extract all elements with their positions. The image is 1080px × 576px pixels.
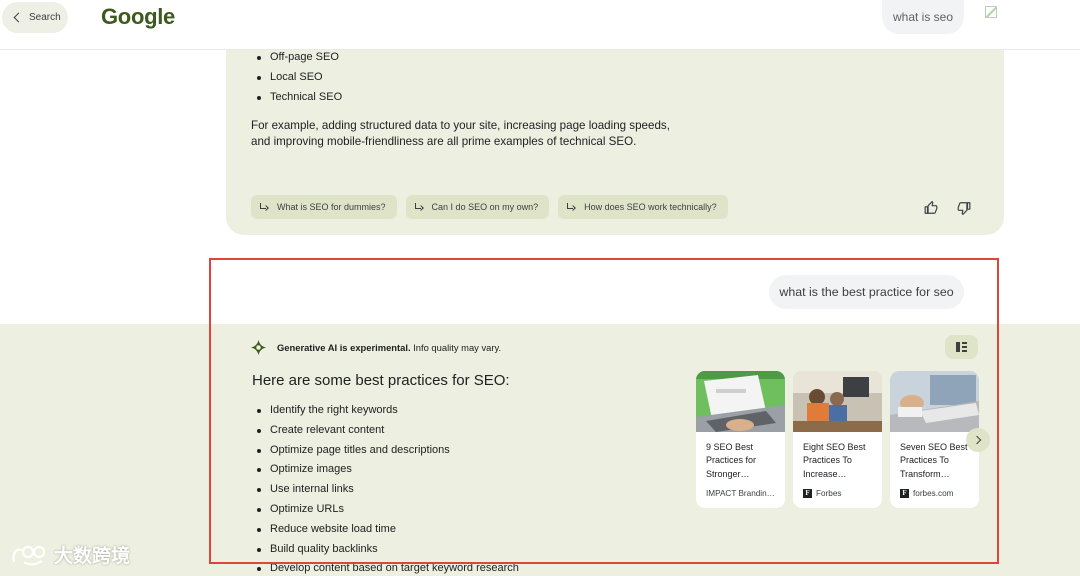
broken-image-icon: [985, 6, 997, 18]
source-title: 9 SEO Best Practices for Stronger…: [706, 442, 757, 479]
ai-disclaimer-rest: Info quality may vary.: [410, 342, 502, 353]
followup-chip-label: How does SEO work technically?: [584, 202, 717, 212]
thumbs-down-icon[interactable]: [957, 201, 971, 215]
next-sources-button[interactable]: [966, 428, 990, 452]
layout-toggle-button[interactable]: [945, 335, 978, 359]
watermark-logo-icon: [12, 545, 46, 565]
watermark: 大数跨境: [10, 541, 130, 568]
ai-disclaimer-bold: Generative AI is experimental.: [277, 342, 411, 353]
followup-chip-label: What is SEO for dummies?: [277, 202, 386, 212]
back-to-search-button[interactable]: Search: [2, 2, 68, 33]
ai-overview-heading: Here are some best practices for SEO:: [252, 372, 510, 389]
back-button-label: Search: [29, 12, 61, 23]
followup-chip[interactable]: What is SEO for dummies?: [251, 195, 397, 219]
arrow-reply-icon: [414, 203, 423, 211]
source-thumbnail: [890, 371, 979, 432]
list-item: Use internal links: [252, 480, 519, 500]
arrow-reply-icon: [567, 203, 575, 211]
google-logo[interactable]: Google: [101, 4, 175, 30]
followup-chip[interactable]: Can I do SEO on my own?: [405, 195, 550, 219]
watermark-text: 大数跨境: [54, 546, 131, 567]
list-item: Local SEO: [252, 68, 342, 88]
list-item: Identify the right keywords: [252, 401, 519, 421]
thumbs-up-icon[interactable]: [924, 201, 938, 215]
chevron-right-icon: [972, 435, 982, 445]
list-item: Off-page SEO: [252, 48, 342, 68]
source-site: IMPACT Brandin…: [696, 489, 785, 498]
list-item: Technical SEO: [252, 88, 342, 108]
page: Search Google what is seo Off-page SEO L…: [0, 0, 1080, 576]
followup-chip[interactable]: How does SEO work technically?: [558, 195, 728, 219]
source-site: F Forbes: [793, 489, 882, 498]
gemini-sparkle-icon: [250, 339, 267, 356]
source-site: F forbes.com: [890, 489, 979, 498]
forbes-favicon-icon: F: [803, 489, 812, 498]
list-item: Optimize URLs: [252, 500, 519, 520]
source-site-name: forbes.com: [913, 489, 954, 498]
list-item: Develop content based on target keyword …: [252, 559, 519, 576]
ai-overview-header: Generative AI is experimental. Info qual…: [250, 339, 501, 356]
arrow-reply-icon: [260, 203, 268, 211]
user-query-bubble: what is the best practice for seo: [769, 275, 964, 309]
list-item: Reduce website load time: [252, 520, 519, 540]
chevron-left-icon: [13, 12, 24, 23]
source-card[interactable]: Eight SEO Best Practices To Increase… F …: [793, 371, 882, 508]
source-site-name: Forbes: [816, 489, 842, 498]
ai-disclaimer: Generative AI is experimental. Info qual…: [277, 342, 501, 353]
previous-answer-card: Off-page SEO Local SEO Technical SEO For…: [226, 40, 1004, 235]
best-practices-list: Identify the right keywords Create relev…: [252, 401, 519, 576]
layout-toggle-icon: [956, 342, 967, 352]
seo-types-list: Off-page SEO Local SEO Technical SEO: [252, 48, 342, 107]
forbes-favicon-icon: F: [900, 489, 909, 498]
source-site-name: IMPACT Brandin…: [706, 489, 775, 498]
answer-paragraph: For example, adding structured data to y…: [251, 119, 670, 148]
list-item: Build quality backlinks: [252, 540, 519, 560]
list-item: Optimize page titles and descriptions: [252, 441, 519, 461]
followup-chips: What is SEO for dummies? Can I do SEO on…: [251, 195, 728, 219]
source-title: Eight SEO Best Practices To Increase…: [803, 442, 866, 479]
source-thumbnail: [696, 371, 785, 432]
source-card[interactable]: 9 SEO Best Practices for Stronger… IMPAC…: [696, 371, 785, 508]
list-item: Create relevant content: [252, 421, 519, 441]
search-query-chip[interactable]: what is seo: [882, 0, 964, 34]
list-item: Optimize images: [252, 460, 519, 480]
source-thumbnail: [793, 371, 882, 432]
followup-chip-label: Can I do SEO on my own?: [431, 202, 539, 212]
top-bar: Search Google what is seo: [0, 0, 1080, 50]
